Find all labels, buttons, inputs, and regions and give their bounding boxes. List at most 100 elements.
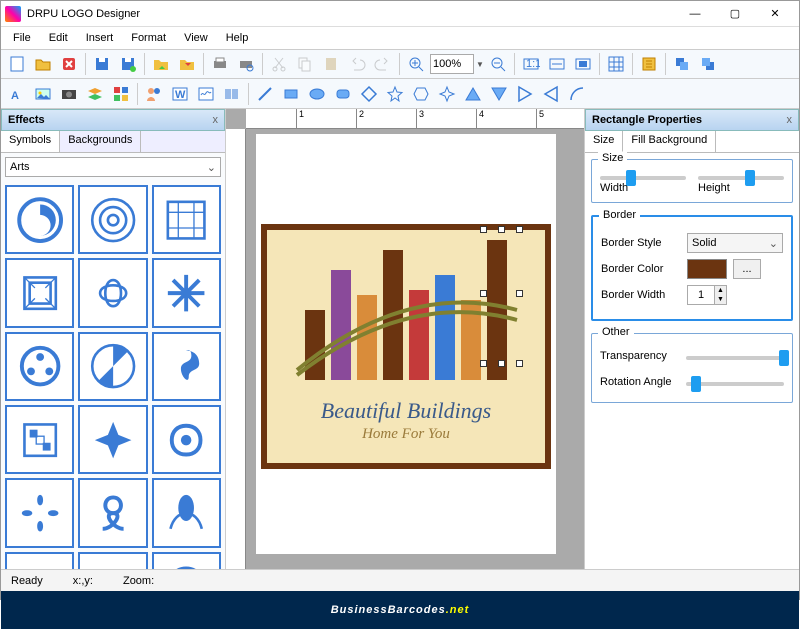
save-button[interactable] bbox=[90, 52, 114, 76]
actual-size-button[interactable]: 1:1 bbox=[519, 52, 543, 76]
symbol-item[interactable] bbox=[5, 332, 74, 401]
symbol-item[interactable] bbox=[78, 332, 147, 401]
zoom-input[interactable] bbox=[430, 54, 474, 74]
barcode-tool[interactable] bbox=[220, 82, 244, 106]
minimize-button[interactable]: — bbox=[675, 3, 715, 25]
hexagon-tool[interactable] bbox=[409, 82, 433, 106]
border-width-spinner[interactable]: ▲▼ bbox=[687, 285, 727, 305]
border-width-input[interactable] bbox=[688, 286, 714, 304]
spin-down-icon[interactable]: ▼ bbox=[714, 295, 726, 304]
rounded-rect-tool[interactable] bbox=[331, 82, 355, 106]
selection-handle[interactable] bbox=[480, 360, 487, 367]
bring-front-button[interactable] bbox=[670, 52, 694, 76]
triangle-left-tool[interactable] bbox=[539, 82, 563, 106]
delete-button[interactable] bbox=[57, 52, 81, 76]
zoom-out-button[interactable] bbox=[486, 52, 510, 76]
spin-up-icon[interactable]: ▲ bbox=[714, 286, 726, 295]
paste-button[interactable] bbox=[319, 52, 343, 76]
layers-tool[interactable] bbox=[83, 82, 107, 106]
selection-handle[interactable] bbox=[516, 360, 523, 367]
zoom-dropdown-icon[interactable]: ▼ bbox=[476, 60, 484, 69]
maximize-button[interactable]: ▢ bbox=[715, 3, 755, 25]
selection-handle[interactable] bbox=[516, 290, 523, 297]
fit-page-button[interactable] bbox=[571, 52, 595, 76]
symbol-item[interactable] bbox=[152, 405, 221, 474]
selection-handle[interactable] bbox=[480, 226, 487, 233]
selection-handle[interactable] bbox=[480, 290, 487, 297]
tab-symbols[interactable]: Symbols bbox=[1, 131, 60, 152]
rotation-slider[interactable] bbox=[686, 382, 784, 386]
symbol-item[interactable] bbox=[5, 552, 74, 569]
ellipse-tool[interactable] bbox=[305, 82, 329, 106]
diamond-tool[interactable] bbox=[357, 82, 381, 106]
pattern-tool[interactable] bbox=[109, 82, 133, 106]
undo-button[interactable] bbox=[345, 52, 369, 76]
border-style-select[interactable]: Solid ⌄ bbox=[687, 233, 783, 253]
symbol-item[interactable] bbox=[78, 405, 147, 474]
transparency-slider[interactable] bbox=[686, 356, 784, 360]
cut-button[interactable] bbox=[267, 52, 291, 76]
zoom-in-button[interactable] bbox=[404, 52, 428, 76]
tab-backgrounds[interactable]: Backgrounds bbox=[60, 131, 141, 152]
symbol-item[interactable] bbox=[5, 405, 74, 474]
menu-file[interactable]: File bbox=[5, 30, 39, 46]
redo-button[interactable] bbox=[371, 52, 395, 76]
import-button[interactable] bbox=[149, 52, 173, 76]
symbol-item[interactable] bbox=[152, 185, 221, 254]
triangle-up-tool[interactable] bbox=[461, 82, 485, 106]
tab-fill-background[interactable]: Fill Background bbox=[623, 131, 716, 152]
symbol-item[interactable] bbox=[78, 185, 147, 254]
open-button[interactable] bbox=[31, 52, 55, 76]
print-button[interactable] bbox=[208, 52, 232, 76]
triangle-down-tool[interactable] bbox=[487, 82, 511, 106]
signature-tool[interactable] bbox=[194, 82, 218, 106]
height-slider[interactable] bbox=[698, 176, 784, 180]
selection-handle[interactable] bbox=[516, 226, 523, 233]
symbol-category-select[interactable]: Arts ⌄ bbox=[5, 157, 221, 177]
star-tool[interactable] bbox=[383, 82, 407, 106]
menu-format[interactable]: Format bbox=[123, 30, 174, 46]
symbol-item[interactable] bbox=[78, 478, 147, 547]
symbol-item[interactable] bbox=[5, 478, 74, 547]
symbol-item[interactable] bbox=[78, 258, 147, 327]
symbol-item[interactable] bbox=[152, 258, 221, 327]
camera-tool[interactable] bbox=[57, 82, 81, 106]
menu-edit[interactable]: Edit bbox=[41, 30, 76, 46]
canvas-paper[interactable]: Beautiful Buildings Home For You bbox=[256, 134, 556, 554]
tab-size[interactable]: Size bbox=[585, 131, 623, 152]
line-tool[interactable] bbox=[253, 82, 277, 106]
symbol-item[interactable] bbox=[5, 185, 74, 254]
word-tool[interactable]: W bbox=[168, 82, 192, 106]
symbol-item[interactable] bbox=[152, 552, 221, 569]
star4-tool[interactable] bbox=[435, 82, 459, 106]
people-tool[interactable] bbox=[142, 82, 166, 106]
copy-button[interactable] bbox=[293, 52, 317, 76]
properties-close-icon[interactable]: x bbox=[787, 114, 793, 126]
menu-help[interactable]: Help bbox=[218, 30, 257, 46]
symbol-item[interactable] bbox=[152, 478, 221, 547]
effects-close-icon[interactable]: x bbox=[213, 114, 219, 126]
print-preview-button[interactable] bbox=[234, 52, 258, 76]
menu-insert[interactable]: Insert bbox=[78, 30, 122, 46]
export-button[interactable] bbox=[175, 52, 199, 76]
border-color-picker-button[interactable]: ... bbox=[733, 259, 761, 279]
save-as-button[interactable] bbox=[116, 52, 140, 76]
grid-button[interactable] bbox=[604, 52, 628, 76]
selection-handle[interactable] bbox=[498, 360, 505, 367]
rect-tool[interactable] bbox=[279, 82, 303, 106]
canvas-area[interactable]: 1 2 3 4 5 Beautiful Buildings Home For Y… bbox=[226, 109, 584, 569]
menu-view[interactable]: View bbox=[176, 30, 216, 46]
send-back-button[interactable] bbox=[696, 52, 720, 76]
fit-width-button[interactable] bbox=[545, 52, 569, 76]
close-button[interactable]: ✕ bbox=[755, 3, 795, 25]
border-color-swatch[interactable] bbox=[687, 259, 727, 279]
new-button[interactable] bbox=[5, 52, 29, 76]
logo-design[interactable]: Beautiful Buildings Home For You bbox=[261, 224, 551, 469]
text-tool[interactable]: A bbox=[5, 82, 29, 106]
selection-handle[interactable] bbox=[498, 226, 505, 233]
symbol-item[interactable] bbox=[78, 552, 147, 569]
triangle-right-tool[interactable] bbox=[513, 82, 537, 106]
symbol-item[interactable] bbox=[152, 332, 221, 401]
image-tool[interactable] bbox=[31, 82, 55, 106]
symbol-item[interactable] bbox=[5, 258, 74, 327]
